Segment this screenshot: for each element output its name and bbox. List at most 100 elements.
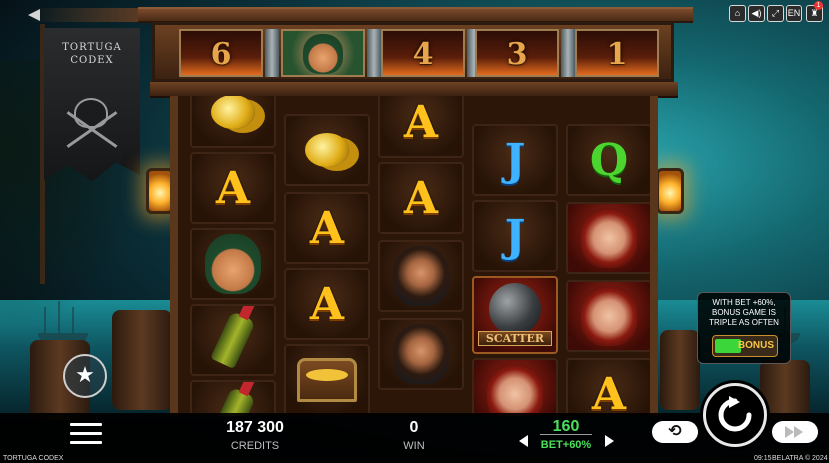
promo-text: WITH BET +60%, BONUS GAME IS TRIPLE AS O… bbox=[700, 298, 788, 328]
symbol-a: A bbox=[284, 192, 370, 264]
footer-title: TORTUGA CODEX bbox=[3, 455, 64, 462]
bonus-label: BONUS bbox=[737, 340, 774, 351]
pirate-portrait-icon bbox=[303, 34, 343, 74]
credits-value: 187 300 bbox=[226, 419, 284, 436]
flag-title-line1: TORTUGA bbox=[62, 42, 122, 53]
promo-text-line2: BONUS GAME IS bbox=[711, 308, 776, 317]
treasure-chest-icon bbox=[297, 358, 357, 402]
pipe bbox=[561, 29, 575, 77]
pipe bbox=[265, 29, 279, 77]
symbol-a: A bbox=[378, 162, 464, 234]
home-icon[interactable]: ⌂ bbox=[729, 5, 746, 22]
letter-a-icon: A bbox=[403, 96, 439, 148]
bonus-bet-toggle[interactable]: BONUS bbox=[712, 335, 778, 357]
rum-bottle-icon bbox=[210, 386, 256, 416]
symbol-chest bbox=[284, 344, 370, 416]
symbol-a: A bbox=[566, 358, 650, 417]
lady-pirate-icon bbox=[487, 364, 543, 416]
back-arrow-icon[interactable] bbox=[28, 8, 140, 22]
letter-a-icon: A bbox=[309, 278, 345, 330]
letter-a-icon: A bbox=[309, 202, 345, 254]
multiplier-value: 6 bbox=[210, 37, 232, 72]
letter-a-icon: A bbox=[215, 162, 251, 214]
spin-button[interactable] bbox=[703, 383, 767, 447]
bet-divider bbox=[540, 434, 592, 435]
reel-2: A A bbox=[282, 96, 372, 416]
symbol-a: A bbox=[378, 96, 464, 158]
menu-icon[interactable] bbox=[70, 423, 102, 445]
fast-forward-icon bbox=[785, 426, 794, 438]
symbol-j: J bbox=[472, 200, 558, 272]
symbol-lady-pirate bbox=[566, 202, 650, 274]
bet-decrease-arrow-icon[interactable] bbox=[519, 435, 528, 447]
symbol-coin bbox=[284, 114, 370, 186]
letter-j-icon: J bbox=[504, 210, 526, 262]
reel-1: A bbox=[188, 96, 278, 416]
language-button[interactable]: EN bbox=[786, 5, 802, 22]
footer-time: 09:15 bbox=[754, 455, 772, 462]
favorite-star-button[interactable]: ★ bbox=[63, 354, 107, 398]
reel-3: A A bbox=[376, 96, 466, 416]
symbol-a: A bbox=[190, 152, 276, 224]
gold-coin-icon bbox=[211, 96, 255, 129]
bomb-icon bbox=[489, 283, 541, 335]
symbol-j: J bbox=[472, 124, 558, 196]
bonus-promo-panel: WITH BET +60%, BONUS GAME IS TRIPLE AS O… bbox=[697, 292, 791, 364]
scatter-label: SCATTER bbox=[478, 331, 552, 346]
symbol-rum bbox=[190, 304, 276, 376]
reel-4: J J SCATTER bbox=[470, 96, 560, 416]
top-beam bbox=[138, 7, 693, 23]
flag-title-line2: CODEX bbox=[70, 55, 114, 66]
multiplier-cell: 6 bbox=[179, 29, 263, 77]
lantern-right bbox=[656, 168, 684, 214]
bet-increase-arrow-icon[interactable] bbox=[605, 435, 614, 447]
barrel bbox=[760, 360, 810, 420]
barrel bbox=[112, 310, 172, 410]
multiplier-cell: 3 bbox=[475, 29, 559, 77]
fullscreen-icon[interactable]: ⤢ bbox=[767, 5, 784, 22]
multiplier-cell: 4 bbox=[381, 29, 465, 77]
multiplier-cell: 1 bbox=[575, 29, 659, 77]
letter-a-icon: A bbox=[591, 368, 627, 417]
gold-coin-icon bbox=[305, 133, 349, 167]
footer: TORTUGA CODEX 09:15 BELATRA © 2024 bbox=[0, 455, 829, 463]
lady-pirate-icon bbox=[581, 208, 637, 268]
letter-q-icon: Q bbox=[589, 134, 629, 186]
reel-5: Q A bbox=[564, 96, 650, 417]
symbol-scatter: SCATTER bbox=[472, 276, 558, 354]
symbol-pirate bbox=[190, 228, 276, 300]
lady-pirate-icon bbox=[581, 286, 637, 346]
bearded-pirate-icon bbox=[393, 324, 449, 384]
notification-badge: 1 bbox=[814, 1, 823, 10]
bet-label: BET+60% bbox=[540, 439, 592, 451]
multiplier-cell-pirate bbox=[281, 29, 365, 77]
footer-copyright: BELATRA © 2024 bbox=[772, 455, 828, 462]
pipe bbox=[367, 29, 381, 77]
symbol-lady-pirate bbox=[566, 280, 650, 352]
sound-icon[interactable]: ◀) bbox=[748, 5, 765, 22]
language-label: EN bbox=[787, 8, 801, 18]
game-scene: TORTUGA CODEX ⌂ ◀) ⤢ EN ♜ 1 6 4 3 1 A A … bbox=[0, 0, 829, 463]
promo-text-line3: TRIPLE AS OFTEN bbox=[709, 318, 779, 327]
reel-frame: A A A A A J J SCATTER Q A bbox=[170, 96, 658, 416]
multiplier-panel: 6 4 3 1 bbox=[152, 22, 674, 82]
letter-j-icon: J bbox=[504, 134, 526, 186]
multiplier-value: 3 bbox=[506, 37, 528, 72]
symbol-a: A bbox=[284, 268, 370, 340]
multiplier-value: 1 bbox=[606, 37, 628, 72]
symbol-q: Q bbox=[566, 124, 650, 196]
pirate-flag: TORTUGA CODEX bbox=[44, 28, 140, 182]
barrel bbox=[660, 330, 700, 410]
autoplay-button[interactable]: ⟲ bbox=[652, 421, 698, 443]
autoplay-icon: ⟲ bbox=[668, 423, 682, 440]
multiplier-value: 4 bbox=[412, 37, 434, 72]
symbol-coin bbox=[190, 96, 276, 148]
turbo-button[interactable] bbox=[772, 421, 818, 443]
spin-arrow-icon bbox=[718, 396, 752, 432]
star-icon: ★ bbox=[75, 362, 95, 387]
rum-bottle-icon bbox=[210, 310, 256, 370]
letter-a-icon: A bbox=[403, 172, 439, 224]
symbol-bearded-pirate bbox=[378, 240, 464, 312]
win-value: 0 bbox=[409, 419, 419, 436]
symbol-rum bbox=[190, 380, 276, 416]
